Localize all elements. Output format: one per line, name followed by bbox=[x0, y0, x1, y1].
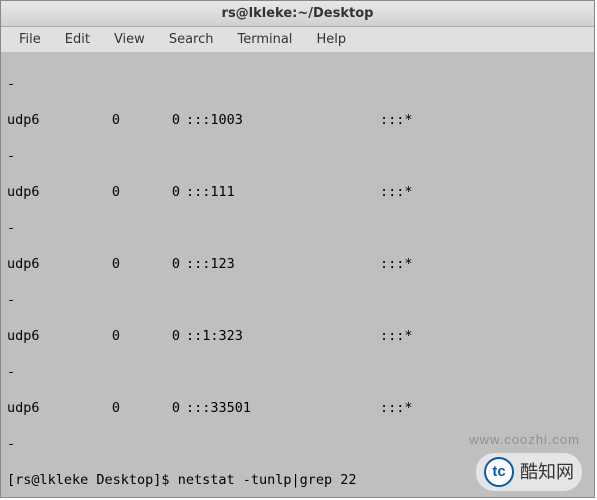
menu-terminal[interactable]: Terminal bbox=[227, 30, 302, 49]
menu-help[interactable]: Help bbox=[306, 30, 356, 49]
logo-text: 酷知网 bbox=[520, 463, 574, 481]
window-title: rs@lkleke:~/Desktop bbox=[222, 6, 374, 21]
dash: - bbox=[7, 76, 15, 92]
net-row: udp600:::1003:::* bbox=[7, 111, 588, 129]
prompt: [rs@lkleke Desktop]$ bbox=[7, 472, 178, 488]
cmd-netstat: netstat -tunlp|grep 22 bbox=[178, 472, 357, 488]
titlebar: rs@lkleke:~/Desktop bbox=[1, 1, 594, 27]
menu-search[interactable]: Search bbox=[159, 30, 224, 49]
net-row: udp600:::33501:::* bbox=[7, 399, 588, 417]
net-row: udp600:::123:::* bbox=[7, 255, 588, 273]
menu-file[interactable]: File bbox=[9, 30, 51, 49]
dash: - bbox=[7, 220, 15, 236]
watermark: www.coozhi.com bbox=[469, 431, 580, 449]
dash: - bbox=[7, 292, 15, 308]
net-row: udp600::1:323:::* bbox=[7, 327, 588, 345]
menubar: File Edit View Search Terminal Help bbox=[1, 27, 594, 53]
terminal-output[interactable]: - udp600:::1003:::* - udp600:::111:::* -… bbox=[1, 53, 594, 497]
dash: - bbox=[7, 436, 15, 452]
dash: - bbox=[7, 364, 15, 380]
site-logo: tc 酷知网 bbox=[476, 453, 582, 491]
net-row: udp600:::111:::* bbox=[7, 183, 588, 201]
logo-badge-icon: tc bbox=[484, 457, 514, 487]
menu-edit[interactable]: Edit bbox=[55, 30, 100, 49]
terminal-window: rs@lkleke:~/Desktop File Edit View Searc… bbox=[0, 0, 595, 498]
menu-view[interactable]: View bbox=[104, 30, 155, 49]
dash: - bbox=[7, 148, 15, 164]
